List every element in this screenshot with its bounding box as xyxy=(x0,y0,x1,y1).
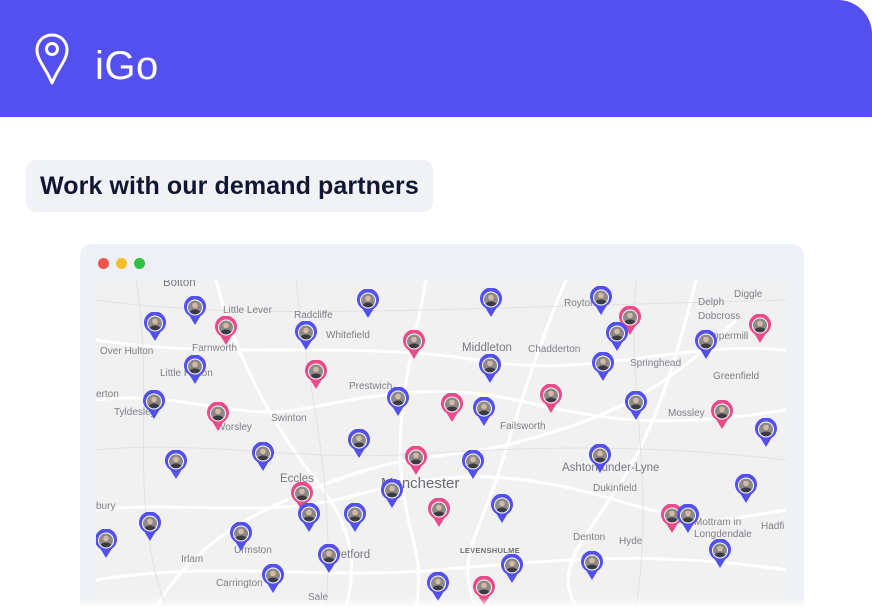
map-place-label: Diggle xyxy=(734,289,763,300)
avatar-map-pin-icon[interactable] xyxy=(479,287,503,318)
avatar-map-pin-icon[interactable] xyxy=(404,445,428,476)
avatar-map-pin-icon[interactable] xyxy=(206,401,230,432)
map-place-label: Dobcross xyxy=(698,311,741,322)
bottom-fade xyxy=(0,598,872,607)
map-place-label: Middleton xyxy=(462,342,512,354)
map-place-label: Whitefield xyxy=(326,330,370,341)
avatar-map-pin-icon[interactable] xyxy=(347,428,371,459)
map-place-label: Chadderton xyxy=(528,344,581,355)
map-place-label: Irlam xyxy=(181,554,204,565)
map-place-label: Swinton xyxy=(271,413,307,424)
avatar-map-pin-icon[interactable] xyxy=(754,417,778,448)
avatar-map-pin-icon[interactable] xyxy=(183,354,207,385)
window-minimize-dot xyxy=(116,258,127,269)
avatar-map-pin-icon[interactable] xyxy=(251,441,275,472)
avatar-map-pin-icon[interactable] xyxy=(214,315,238,346)
avatar-map-pin-icon[interactable] xyxy=(164,449,188,480)
avatar-map-pin-icon[interactable] xyxy=(402,329,426,360)
avatar-map-pin-icon[interactable] xyxy=(676,503,700,534)
avatar-map-pin-icon[interactable] xyxy=(261,563,285,594)
map-place-label: Failsworth xyxy=(500,421,546,432)
avatar-map-pin-icon[interactable] xyxy=(440,392,464,423)
map-place-label: Dukinfield xyxy=(593,483,637,494)
map-place-label: Mossley xyxy=(668,408,705,419)
avatar-map-pin-icon[interactable] xyxy=(386,386,410,417)
window-close-dot xyxy=(98,258,109,269)
partner-map[interactable]: Bolton Little Lever Radcliffe Whitefield Roy… xyxy=(96,280,786,607)
avatar-map-pin-icon[interactable] xyxy=(472,396,496,427)
avatar-map-pin-icon[interactable] xyxy=(580,550,604,581)
avatar-map-pin-icon[interactable] xyxy=(294,320,318,351)
avatar-map-pin-icon[interactable] xyxy=(304,359,328,390)
avatar-map-pin-icon[interactable] xyxy=(734,473,758,504)
avatar-map-pin-icon[interactable] xyxy=(478,353,502,384)
avatar-map-pin-icon[interactable] xyxy=(591,351,615,382)
map-place-label: Mottram in xyxy=(694,517,742,528)
map-place-label: bury xyxy=(96,501,116,512)
app-header: iGo xyxy=(0,0,872,117)
avatar-map-pin-icon[interactable] xyxy=(356,288,380,319)
map-place-label: Bolton xyxy=(163,280,196,289)
avatar-map-pin-icon[interactable] xyxy=(297,502,321,533)
avatar-map-pin-icon[interactable] xyxy=(589,285,613,316)
avatar-map-pin-icon[interactable] xyxy=(96,528,118,559)
avatar-map-pin-icon[interactable] xyxy=(142,389,166,420)
map-place-label: Carrington xyxy=(216,578,263,589)
avatar-map-pin-icon[interactable] xyxy=(708,538,732,569)
map-place-label: Delph xyxy=(698,297,725,308)
map-place-label: Denton xyxy=(573,532,606,543)
avatar-map-pin-icon[interactable] xyxy=(500,553,524,584)
map-place-label: Little Lever xyxy=(223,305,272,316)
avatar-map-pin-icon[interactable] xyxy=(183,295,207,326)
avatar-map-pin-icon[interactable] xyxy=(539,383,563,414)
avatar-map-pin-icon[interactable] xyxy=(229,521,253,552)
section-title: Work with our demand partners xyxy=(40,171,419,200)
avatar-map-pin-icon[interactable] xyxy=(624,390,648,421)
avatar-map-pin-icon[interactable] xyxy=(748,313,772,344)
map-place-label: Springhead xyxy=(630,358,682,369)
avatar-map-pin-icon[interactable] xyxy=(490,493,514,524)
avatar-map-pin-icon[interactable] xyxy=(380,478,404,509)
avatar-map-pin-icon[interactable] xyxy=(694,329,718,360)
avatar-map-pin-icon[interactable] xyxy=(343,502,367,533)
location-pin-icon xyxy=(35,33,69,85)
avatar-map-pin-icon[interactable] xyxy=(710,399,734,430)
map-place-label: Hadfi xyxy=(761,521,785,532)
map-place-label: Greenfield xyxy=(713,371,760,382)
section-title-badge: Work with our demand partners xyxy=(26,160,433,212)
avatar-map-pin-icon[interactable] xyxy=(605,321,629,352)
map-place-label: erton xyxy=(96,389,119,400)
avatar-map-pin-icon[interactable] xyxy=(588,443,612,474)
avatar-map-pin-icon[interactable] xyxy=(427,497,451,528)
map-place-label: Radcliffe xyxy=(294,310,333,321)
map-place-label: Over Hulton xyxy=(100,346,154,357)
avatar-map-pin-icon[interactable] xyxy=(143,311,167,342)
avatar-map-pin-icon[interactable] xyxy=(461,449,485,480)
map-place-label: Hyde xyxy=(619,536,643,547)
window-maximize-dot xyxy=(134,258,145,269)
brand-name[interactable]: iGo xyxy=(95,42,159,90)
avatar-map-pin-icon[interactable] xyxy=(138,511,162,542)
avatar-map-pin-icon[interactable] xyxy=(317,543,341,574)
